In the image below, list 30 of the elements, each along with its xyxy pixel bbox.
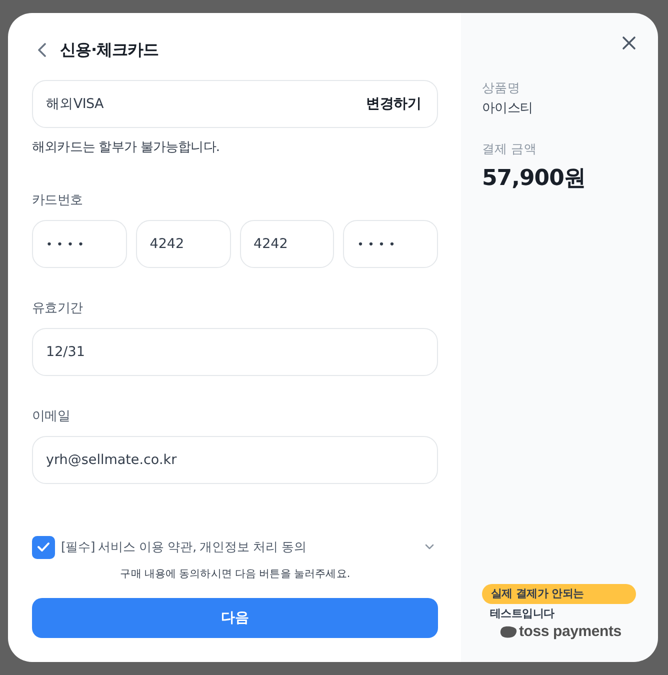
card-number-field[interactable]: 4242 bbox=[136, 220, 230, 268]
card-type-selector[interactable]: 해외VISA 변경하기 bbox=[32, 80, 438, 128]
check-icon bbox=[37, 542, 50, 552]
test-mode-text: 테스트입니다 bbox=[489, 606, 554, 622]
card-number-field[interactable]: •••• bbox=[32, 220, 127, 268]
agreement-hint: 구매 내용에 동의하시면 다음 버튼을 눌러주세요. bbox=[119, 567, 351, 582]
page-title: 신용·체크카드 bbox=[60, 39, 159, 61]
field-label: 이메일 bbox=[32, 408, 72, 426]
field-label: 유효기간 bbox=[32, 300, 84, 318]
change-button[interactable]: 변경하기 bbox=[366, 94, 421, 114]
logo-icon bbox=[500, 626, 517, 638]
installment-notice: 해외카드는 할부가 불가능합니다. bbox=[32, 139, 221, 157]
back-icon[interactable] bbox=[37, 43, 47, 57]
field-label: 카드번호 bbox=[32, 192, 84, 210]
chevron-icon[interactable] bbox=[425, 544, 434, 550]
brand-name: toss payments bbox=[519, 625, 622, 639]
next-button[interactable]: 다음 bbox=[32, 598, 438, 638]
payment-amount: 57,900원 bbox=[482, 165, 586, 193]
card-type-text: 해외VISA bbox=[46, 94, 104, 114]
agreement-label: [필수] 서비스 이용 약관, 개인정보 처리 동의 bbox=[61, 538, 307, 556]
checkbox[interactable] bbox=[32, 536, 55, 558]
email-field[interactable]: yrh@sellmate.co.kr bbox=[32, 436, 438, 484]
close-icon[interactable] bbox=[622, 36, 636, 50]
product-label: 상품명 bbox=[482, 79, 522, 97]
test-mode-badge: 실제 결제가 안되는 bbox=[482, 584, 636, 604]
card-number-field[interactable]: •••• bbox=[343, 220, 438, 268]
amount-label: 결제 금액 bbox=[482, 140, 538, 158]
card-number-field[interactable]: 4242 bbox=[240, 220, 334, 268]
expiry-field[interactable]: 12/31 bbox=[32, 328, 438, 376]
product-name: 아이스티 bbox=[482, 100, 534, 118]
